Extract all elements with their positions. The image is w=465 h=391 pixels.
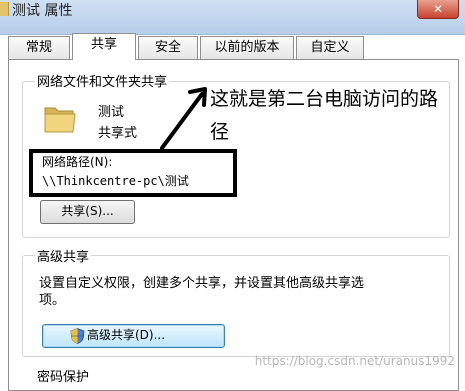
share-button[interactable]: 共享(S)... <box>40 200 135 224</box>
tab-general[interactable]: 常规 <box>8 36 70 59</box>
tab-customize[interactable]: 自定义 <box>296 36 364 59</box>
tab-security[interactable]: 安全 <box>138 36 198 59</box>
tab-previous-versions[interactable]: 以前的版本 <box>200 36 294 59</box>
advanced-share-description-line1: 设置自定义权限，创建多个共享，并设置其他高级共享选 <box>39 276 365 291</box>
share-item-status: 共享式 <box>98 126 138 141</box>
network-path-highlight-box <box>29 149 237 197</box>
advanced-share-button[interactable]: 高级共享(D)... <box>42 324 225 348</box>
annotation-text-line2: 径 <box>210 121 230 143</box>
network-share-group-title: 网络文件和文件夹共享 <box>35 71 170 90</box>
window-title: 测试 属性 <box>12 3 73 19</box>
folder-icon <box>44 107 76 133</box>
advanced-share-group-title: 高级共享 <box>35 246 92 265</box>
password-protection-group-title: 密码保护 <box>35 366 92 385</box>
title-bar: 测试 属性 ✕ <box>0 0 465 35</box>
close-button[interactable]: ✕ <box>417 0 459 19</box>
shield-icon <box>70 328 85 344</box>
advanced-share-button-label: 高级共享(D)... <box>87 328 166 342</box>
watermark: https://blog.csdn.net/uranus1992 <box>254 354 455 368</box>
share-item-name: 测试 <box>98 105 125 120</box>
tab-sharing[interactable]: 共享 <box>72 33 136 60</box>
folder-icon <box>0 2 9 16</box>
annotation-text-line1: 这就是第二台电脑访问的路 <box>210 88 439 110</box>
advanced-share-description-line2: 项。 <box>39 293 66 308</box>
